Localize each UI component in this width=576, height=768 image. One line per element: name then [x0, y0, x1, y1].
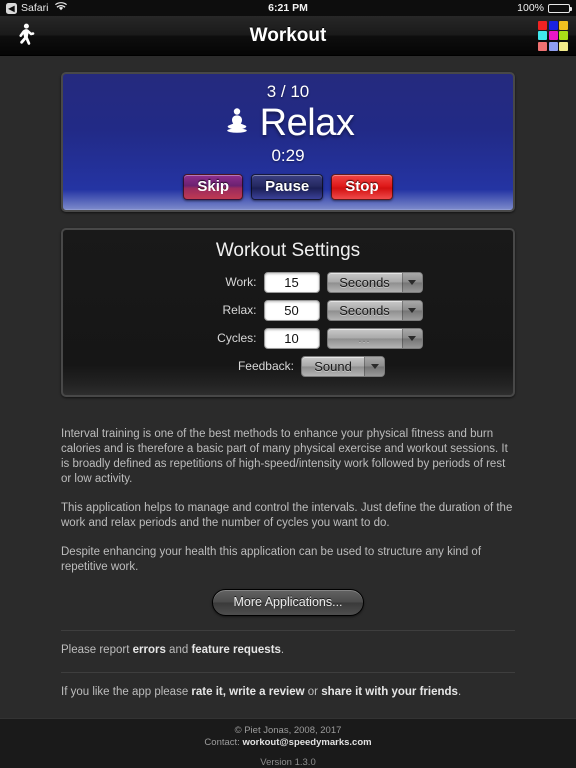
page-body: 3 / 10 Relax 0:29 Skip Pause Stop Workou… [0, 56, 576, 768]
grid-cell [559, 20, 568, 30]
setting-row-feedback: Feedback: Sound [63, 355, 513, 377]
more-applications-button[interactable]: More Applications... [212, 588, 364, 616]
paragraph-usage: This application helps to manage and con… [61, 501, 513, 529]
setting-row-cycles: Cycles: ... [63, 327, 513, 349]
back-to-app-icon[interactable]: ◀ [6, 2, 17, 14]
relax-duration-input[interactable] [263, 299, 320, 321]
feedback-label: Feedback: [237, 359, 294, 374]
grid-cell [538, 31, 547, 40]
workout-state-row: Relax [63, 102, 513, 144]
share-link[interactable]: share it with your friends [321, 686, 458, 698]
work-label: Work: [225, 275, 257, 290]
workout-status-panel: 3 / 10 Relax 0:29 Skip Pause Stop [61, 72, 515, 212]
workout-settings-panel: Workout Settings Work: Seconds Relax: Se… [61, 227, 515, 397]
page-title: Workout [249, 24, 327, 46]
feedback-value: Sound [314, 358, 352, 374]
chevron-down-icon[interactable] [401, 272, 422, 292]
grid-cell [538, 41, 547, 51]
cycle-counter: 3 / 10 [266, 82, 310, 101]
workout-controls: Skip Pause Stop [63, 173, 513, 200]
status-bar-clock: 6:21 PM [268, 2, 308, 14]
divider [61, 629, 515, 631]
setting-row-work: Work: Seconds [63, 271, 513, 293]
relax-label: Relax: [222, 303, 257, 318]
runner-icon[interactable] [8, 19, 42, 53]
chevron-down-icon[interactable] [401, 328, 422, 348]
grid-cell [559, 41, 568, 51]
contact-label: Contact: [204, 737, 243, 748]
rate-middle: or [304, 685, 322, 698]
stop-button[interactable]: Stop [331, 173, 393, 200]
work-duration-input[interactable] [263, 271, 320, 293]
skip-button[interactable]: Skip [183, 173, 244, 200]
grid-cell [548, 31, 558, 40]
panels-container: 3 / 10 Relax 0:29 Skip Pause Stop Workou… [0, 72, 576, 397]
battery-percent-label: 100% [517, 2, 544, 14]
relax-unit-value: Seconds [339, 302, 390, 318]
rate-paragraph: If you like the app please rate it, writ… [61, 685, 515, 700]
pause-button[interactable]: Pause [251, 173, 324, 200]
color-grid-icon[interactable] [538, 20, 568, 51]
status-bar: ◀ Safari 6:21 PM 100% [0, 0, 576, 16]
time-remaining: 0:29 [271, 145, 305, 165]
rate-suffix: . [457, 685, 462, 698]
report-middle: and [165, 643, 192, 656]
report-prefix: Please report [61, 643, 133, 656]
meditation-icon [222, 105, 252, 142]
copyright-text: © Piet Jonas, 2008, 2017 [234, 725, 342, 736]
report-suffix: . [280, 643, 285, 656]
work-unit-select[interactable]: Seconds [326, 271, 423, 293]
contact-email-link[interactable]: workout@speedymarks.com [242, 737, 371, 748]
status-bar-right: 100% [517, 2, 572, 14]
setting-row-relax: Relax: Seconds [63, 299, 513, 321]
errors-link[interactable]: errors [133, 644, 166, 656]
cycles-count-input[interactable] [263, 327, 320, 349]
wifi-icon [55, 2, 68, 14]
paragraph-intro: Interval training is one of the best met… [61, 427, 508, 485]
battery-icon [548, 3, 572, 13]
workout-state-label: Relax [259, 102, 355, 144]
cycles-unit-select[interactable]: ... [326, 327, 423, 349]
cycles-label: Cycles: [217, 331, 257, 346]
page-footer: © Piet Jonas, 2008, 2017 Contact: workou… [0, 718, 576, 768]
work-unit-value: Seconds [339, 274, 390, 290]
rate-prefix: If you like the app please [61, 685, 192, 698]
settings-title: Workout Settings [215, 239, 361, 261]
more-applications-wrap: More Applications... [61, 588, 515, 616]
chevron-down-icon[interactable] [364, 356, 384, 376]
feedback-select[interactable]: Sound [301, 355, 385, 377]
paragraph-health: Despite enhancing your health this appli… [61, 545, 482, 573]
status-bar-left[interactable]: ◀ Safari [6, 2, 68, 14]
grid-cell [538, 20, 547, 30]
report-paragraph: Please report errors and feature request… [61, 643, 515, 658]
divider [61, 671, 515, 673]
grid-cell [559, 31, 568, 40]
grid-cell [548, 20, 558, 30]
chevron-down-icon[interactable] [401, 300, 422, 320]
version-text: Version 1.3.0 [260, 757, 316, 768]
navigation-bar: Workout [0, 16, 576, 56]
relax-unit-select[interactable]: Seconds [326, 299, 423, 321]
feature-requests-link[interactable]: feature requests [191, 644, 280, 656]
cycles-unit-value: ... [358, 332, 371, 345]
rate-review-link[interactable]: rate it, write a review [191, 686, 304, 698]
contact-line: Contact: workout@speedymarks.com [0, 737, 576, 749]
status-bar-app-name[interactable]: Safari [21, 2, 48, 14]
description-section: Interval training is one of the best met… [0, 427, 576, 700]
grid-cell [548, 41, 558, 51]
